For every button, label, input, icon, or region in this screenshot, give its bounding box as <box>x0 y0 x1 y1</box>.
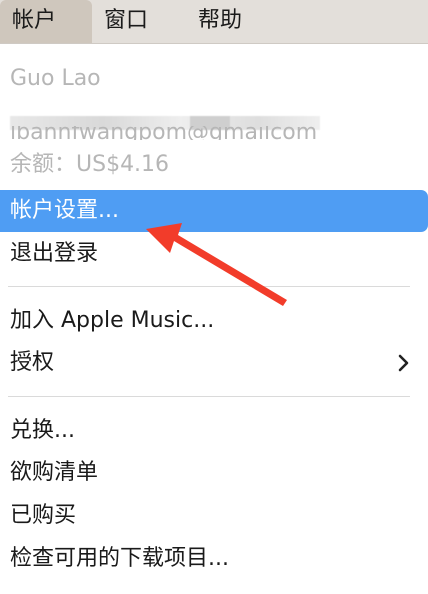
email-text: lbannfwangpom@gmailcom <box>10 126 318 140</box>
menu-bar: 帐户 窗口 帮助 <box>0 0 428 44</box>
menu-separator <box>8 286 410 287</box>
account-menu: Guo Lao lbannfwangpom@gmailcom 余额：US$4.1… <box>0 44 428 594</box>
menu-bar-account[interactable]: 帐户 <box>0 0 92 43</box>
menu-item-wishlist[interactable]: 欲购清单 <box>0 452 428 494</box>
account-email: lbannfwangpom@gmailcom <box>0 102 428 144</box>
menu-item-redeem[interactable]: 兑换... <box>0 410 428 452</box>
menu-item-purchased-label: 已购买 <box>10 503 77 528</box>
menu-item-authorize-label: 授权 <box>10 350 55 375</box>
account-balance: 余额：US$4.16 <box>0 144 428 186</box>
menu-separator <box>8 396 410 397</box>
menu-item-authorize[interactable]: 授权 <box>0 342 428 384</box>
menu-item-account-settings-label: 帐户设置... <box>10 198 119 223</box>
menu-bar-window[interactable]: 窗口 <box>92 0 186 43</box>
menu-item-sign-out[interactable]: 退出登录 <box>0 233 428 275</box>
menu-item-join-apple-music-label: 加入 Apple Music... <box>10 308 215 333</box>
menu-item-wishlist-label: 欲购清单 <box>10 460 99 485</box>
account-name: Guo Lao <box>0 58 428 100</box>
account-balance-text: 余额：US$4.16 <box>10 152 170 177</box>
menu-bar-window-label: 窗口 <box>104 8 149 33</box>
menu-bar-help[interactable]: 帮助 <box>186 0 276 43</box>
menu-bar-account-label: 帐户 <box>12 8 57 33</box>
menu-item-redeem-label: 兑换... <box>10 418 75 443</box>
screen: 帐户 窗口 帮助 Guo Lao lbannfwangpom@gmailcom … <box>0 0 428 594</box>
menu-bar-help-label: 帮助 <box>198 8 243 33</box>
menu-item-sign-out-label: 退出登录 <box>10 241 99 266</box>
menu-item-check-downloads[interactable]: 检查可用的下载项目... <box>0 538 428 580</box>
menu-item-join-apple-music[interactable]: 加入 Apple Music... <box>0 300 428 342</box>
email-visible-fragment: lbannfwangpom@gmailcom <box>10 126 350 140</box>
menu-item-account-settings[interactable]: 帐户设置... <box>0 190 428 232</box>
chevron-right-icon <box>398 342 410 384</box>
account-name-text: Guo Lao <box>10 66 101 91</box>
menu-item-check-downloads-label: 检查可用的下载项目... <box>10 546 229 571</box>
menu-item-purchased[interactable]: 已购买 <box>0 495 428 537</box>
